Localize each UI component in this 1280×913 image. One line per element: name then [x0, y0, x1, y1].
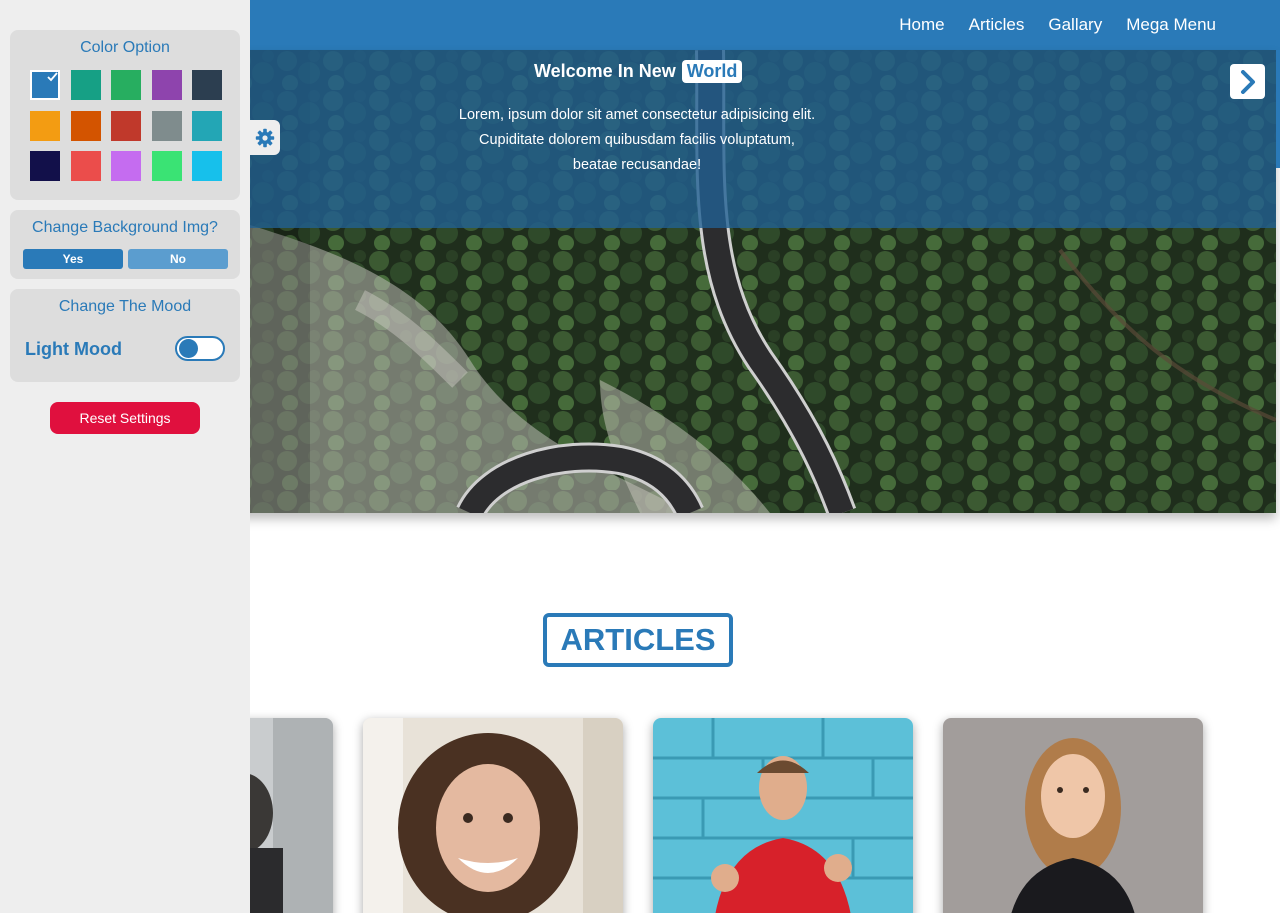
- color-swatch[interactable]: [111, 70, 141, 100]
- gear-icon: [255, 128, 275, 147]
- color-swatch[interactable]: [30, 151, 60, 181]
- hero-description: Lorem, ipsum dolor sit amet consectetur …: [437, 103, 837, 178]
- color-swatch[interactable]: [70, 70, 101, 100]
- color-swatch[interactable]: [111, 151, 141, 181]
- color-swatch[interactable]: [70, 110, 101, 141]
- woman-blonde-image: [943, 718, 1203, 913]
- chevron-right-icon: [1240, 69, 1255, 94]
- hero-title-prefix: Welcome In New: [534, 61, 676, 81]
- check-icon: [47, 72, 58, 82]
- color-option-box: Color Option: [10, 30, 240, 200]
- color-swatch[interactable]: [151, 70, 182, 100]
- hero-title-highlight: World: [681, 60, 743, 83]
- color-swatch[interactable]: [111, 110, 141, 141]
- mood-option-box: Change The Mood Light Mood: [10, 289, 240, 382]
- hero-text-line: Cupiditate dolorem quibusdam facilis vol…: [479, 132, 795, 148]
- nav-link-articles[interactable]: Articles: [969, 15, 1025, 35]
- color-swatch[interactable]: [192, 110, 222, 141]
- article-card-4[interactable]: [943, 718, 1203, 913]
- mood-label: Light Mood: [25, 339, 122, 359]
- background-option-box: Change Background Img? Yes No: [10, 210, 240, 279]
- nav-link-home[interactable]: Home: [899, 15, 944, 35]
- scroll-edge-strip: [1276, 50, 1280, 168]
- hero-text-line: Lorem, ipsum dolor sit amet consectetur …: [458, 107, 816, 123]
- settings-panel: Color Option Change Background Img? Yes …: [0, 0, 250, 913]
- color-swatch[interactable]: [192, 70, 222, 100]
- article-card-2[interactable]: [363, 718, 623, 913]
- slider-next-button[interactable]: [1230, 64, 1265, 99]
- color-swatches: [30, 70, 222, 181]
- color-swatch[interactable]: [151, 151, 182, 181]
- reset-settings-button[interactable]: Reset Settings: [50, 402, 200, 434]
- color-swatch[interactable]: [151, 110, 182, 141]
- background-no-button[interactable]: No: [128, 249, 228, 269]
- hero-title: Welcome In New World: [534, 60, 743, 83]
- color-swatch[interactable]: [70, 151, 101, 181]
- background-option-title: Change Background Img?: [32, 219, 218, 236]
- color-option-title: Color Option: [80, 39, 170, 56]
- nav-links: Home Articles Gallary Mega Menu: [899, 0, 1216, 50]
- man-cheering-image: [653, 718, 913, 913]
- article-card-3[interactable]: [653, 718, 913, 913]
- nav-link-mega-menu[interactable]: Mega Menu: [1126, 15, 1216, 35]
- nav-link-gallery[interactable]: Gallary: [1048, 15, 1102, 35]
- color-swatch-selected[interactable]: [30, 70, 60, 100]
- mood-option-title: Change The Mood: [58, 298, 192, 315]
- background-yes-button[interactable]: Yes: [23, 249, 123, 269]
- hero-text-line: beatae recusandae!: [572, 157, 702, 173]
- color-swatch[interactable]: [30, 110, 60, 141]
- articles-heading: ARTICLES: [543, 613, 733, 667]
- color-swatch[interactable]: [192, 151, 222, 181]
- toggle-knob: [179, 339, 198, 358]
- woman-smiling-image: [363, 718, 623, 913]
- settings-toggle-tab[interactable]: [250, 120, 280, 155]
- mood-toggle[interactable]: [175, 336, 225, 361]
